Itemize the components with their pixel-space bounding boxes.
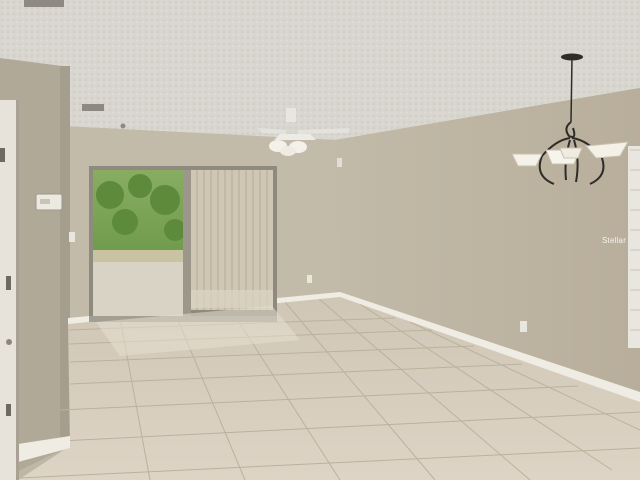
left-door-frame <box>0 100 19 480</box>
ceiling-vent <box>82 104 104 111</box>
watermark-text: Stellar <box>602 236 627 245</box>
ceiling-vent-top <box>24 0 64 7</box>
smoke-detector <box>120 123 126 129</box>
right-window-edge <box>628 146 640 348</box>
left-wall-corner-shadow <box>60 66 70 448</box>
room-illustration <box>0 0 640 480</box>
door-hinge <box>6 276 11 290</box>
light-switch <box>69 232 75 242</box>
outlet-right-wall <box>520 321 527 332</box>
door-knob <box>6 339 12 345</box>
wall-control-right <box>337 158 342 167</box>
empty-room-photo: Stellar <box>0 0 640 480</box>
outlet-back-wall <box>307 275 312 283</box>
sliding-glass-door <box>89 166 277 322</box>
door-center-frame <box>183 170 191 318</box>
